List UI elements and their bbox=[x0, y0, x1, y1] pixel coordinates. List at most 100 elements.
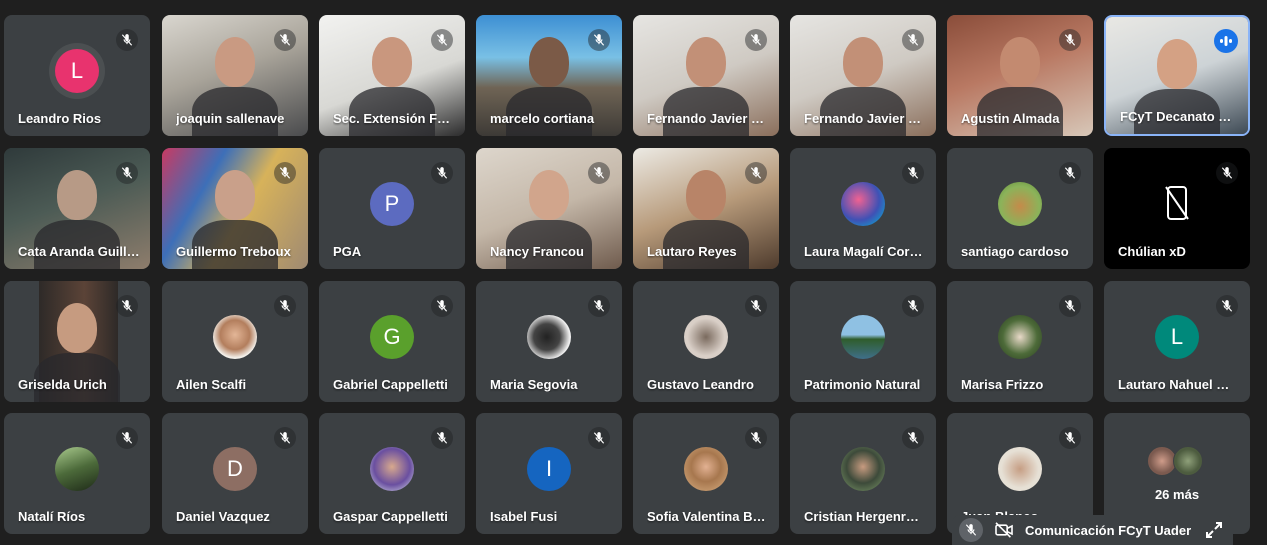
mic-off-icon bbox=[431, 29, 453, 51]
participant-name: Fernando Javier Rodriguez bbox=[804, 111, 926, 126]
participant-tile[interactable]: Sofia Valentina Bustos bbox=[633, 413, 779, 534]
participant-silhouette bbox=[529, 170, 569, 220]
participant-tile[interactable]: FCyT Decanato FCyT bbox=[1104, 15, 1250, 136]
participant-tile[interactable]: Lautaro Reyes bbox=[633, 148, 779, 269]
participant-name: Ailen Scalfi bbox=[176, 377, 247, 392]
participant-silhouette bbox=[1000, 37, 1040, 87]
participant-tile[interactable]: Cata Aranda Guillermo bbox=[4, 148, 150, 269]
participant-silhouette bbox=[57, 170, 97, 220]
participant-tile[interactable]: Fernando Javier Rodriguez bbox=[790, 15, 936, 136]
avatar bbox=[998, 314, 1042, 359]
participant-tile[interactable]: Sec. Extensión FCyT bbox=[319, 15, 465, 136]
more-participants-label: 26 más bbox=[1154, 487, 1200, 502]
participant-name: joaquin sallenave bbox=[176, 111, 285, 126]
participant-name: Griselda Urich bbox=[18, 377, 107, 392]
avatar: G bbox=[370, 314, 414, 359]
mic-off-icon bbox=[745, 162, 767, 184]
participant-tile[interactable]: P PGA bbox=[319, 148, 465, 269]
avatar bbox=[841, 181, 885, 226]
participant-tile[interactable]: Patrimonio Natural bbox=[790, 281, 936, 402]
participant-silhouette bbox=[372, 37, 412, 87]
avatar: L bbox=[55, 48, 99, 93]
participant-tile[interactable]: joaquin sallenave bbox=[162, 15, 308, 136]
participant-name: Daniel Vazquez bbox=[176, 509, 270, 524]
mic-off-icon bbox=[745, 427, 767, 449]
avatar bbox=[1173, 446, 1203, 476]
participant-tile[interactable]: Marisa Frizzo bbox=[947, 281, 1093, 402]
participant-name: Agustin Almada bbox=[961, 111, 1060, 126]
mic-off-icon bbox=[1059, 29, 1081, 51]
participant-silhouette bbox=[843, 37, 883, 87]
participant-name: Nancy Francou bbox=[490, 244, 584, 259]
mic-off-icon bbox=[116, 162, 138, 184]
mic-off-icon bbox=[116, 29, 138, 51]
participant-name: marcelo cortiana bbox=[490, 111, 595, 126]
participant-tile[interactable]: Gustavo Leandro bbox=[633, 281, 779, 402]
participant-tile[interactable]: santiago cardoso bbox=[947, 148, 1093, 269]
avatar bbox=[370, 446, 414, 491]
mic-off-icon bbox=[902, 29, 924, 51]
mic-off-icon bbox=[588, 162, 610, 184]
participant-name: santiago cardoso bbox=[961, 244, 1069, 259]
mic-off-icon bbox=[1216, 162, 1238, 184]
participant-name: Guillermo Treboux bbox=[176, 244, 291, 259]
more-participants-avatars bbox=[1147, 446, 1207, 476]
participant-tile[interactable]: Ailen Scalfi bbox=[162, 281, 308, 402]
participant-silhouette bbox=[215, 170, 255, 220]
mic-off-icon bbox=[1059, 427, 1081, 449]
avatar: P bbox=[370, 181, 414, 226]
mic-off-icon[interactable] bbox=[959, 518, 983, 542]
participant-name: Natalí Ríos bbox=[18, 509, 86, 524]
participant-tile[interactable]: Cristian Hergenreder bbox=[790, 413, 936, 534]
participant-tile[interactable]: Guillermo Treboux bbox=[162, 148, 308, 269]
participant-tile[interactable]: Griselda Urich bbox=[4, 281, 150, 402]
camera-off-icon[interactable] bbox=[993, 519, 1015, 541]
participant-name: Fernando Javier Rodriguez bbox=[647, 111, 769, 126]
mic-off-icon bbox=[116, 427, 138, 449]
no-video-icon bbox=[1165, 185, 1189, 226]
avatar bbox=[684, 314, 728, 359]
participant-tile[interactable]: L Lautaro Nahuel Martinez bbox=[1104, 281, 1250, 402]
participant-tile[interactable]: L Leandro Rios bbox=[4, 15, 150, 136]
mic-off-icon bbox=[274, 29, 296, 51]
participant-tile[interactable]: marcelo cortiana bbox=[476, 15, 622, 136]
self-view-bar[interactable]: Comunicación FCyT Uader bbox=[952, 515, 1233, 545]
participant-tile[interactable]: Fernando Javier Rodriguez bbox=[633, 15, 779, 136]
participant-tile[interactable]: Gaspar Cappelletti bbox=[319, 413, 465, 534]
participant-tile[interactable]: Nancy Francou bbox=[476, 148, 622, 269]
mic-off-icon bbox=[274, 162, 296, 184]
participant-silhouette bbox=[1157, 39, 1197, 89]
speaking-indicator-icon bbox=[1214, 29, 1238, 53]
participant-name: Marisa Frizzo bbox=[961, 377, 1044, 392]
participant-tile[interactable]: Laura Magalí Cordoba bbox=[790, 148, 936, 269]
avatar: L bbox=[1155, 314, 1199, 359]
participant-tile[interactable]: D Daniel Vazquez bbox=[162, 413, 308, 534]
mic-off-icon bbox=[588, 427, 610, 449]
participant-name: Sec. Extensión FCyT bbox=[333, 111, 455, 126]
participant-tile[interactable]: Natalí Ríos bbox=[4, 413, 150, 534]
participant-tile[interactable]: Agustin Almada bbox=[947, 15, 1093, 136]
mic-off-icon bbox=[745, 29, 767, 51]
participant-name: Gabriel Cappelletti bbox=[333, 377, 448, 392]
participant-name: Isabel Fusi bbox=[490, 509, 558, 524]
participant-tile[interactable]: G Gabriel Cappelletti bbox=[319, 281, 465, 402]
avatar bbox=[998, 181, 1042, 226]
participant-name: Gaspar Cappelletti bbox=[333, 509, 448, 524]
mic-off-icon bbox=[902, 162, 924, 184]
participant-name: Gustavo Leandro bbox=[647, 377, 754, 392]
participant-silhouette bbox=[686, 170, 726, 220]
participant-silhouette bbox=[57, 303, 97, 353]
mic-off-icon bbox=[902, 427, 924, 449]
participant-silhouette bbox=[686, 37, 726, 87]
participant-tile[interactable]: Chúlian xD bbox=[1104, 148, 1250, 269]
expand-icon[interactable] bbox=[1205, 521, 1223, 539]
avatar: D bbox=[213, 446, 257, 491]
mic-off-icon bbox=[1059, 295, 1081, 317]
participant-tile[interactable]: Maria Segovia bbox=[476, 281, 622, 402]
participant-name: Cata Aranda Guillermo bbox=[18, 244, 140, 259]
participant-name: Maria Segovia bbox=[490, 377, 578, 392]
participant-name: Chúlian xD bbox=[1118, 244, 1186, 259]
mic-off-icon bbox=[431, 162, 453, 184]
participant-tile[interactable]: I Isabel Fusi bbox=[476, 413, 622, 534]
mic-off-icon bbox=[274, 427, 296, 449]
